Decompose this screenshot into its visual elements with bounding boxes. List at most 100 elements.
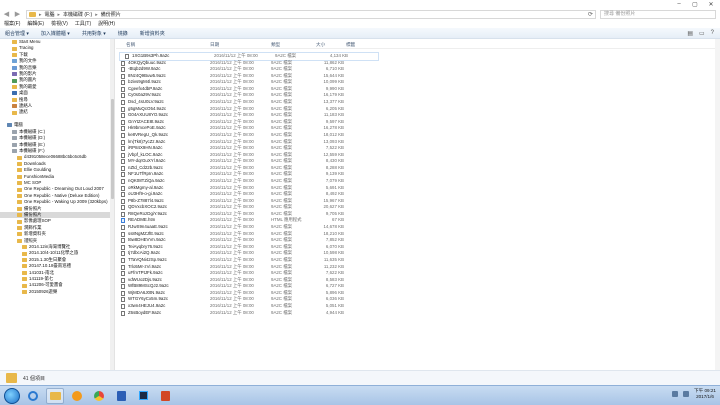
file-icon: [121, 165, 125, 171]
file-row[interactable]: -Btqb2d9W.9a2c 2016/11/12 上午 08:00 9A2C 檔案…: [116, 66, 720, 73]
file-row[interactable]: Z6sBoydEF.9a2c 2016/11/12 上午 08:00 9A2C 檔案…: [116, 310, 720, 317]
folder-icon: [17, 174, 22, 179]
forward-button[interactable]: ▶: [13, 10, 22, 19]
file-row[interactable]: WfB89MScQJ2.9a2c 2016/11/12 上午 08:00 9A2C …: [116, 283, 720, 290]
file-type: 9A2C 檔案: [271, 191, 292, 197]
taskbar-photoshop[interactable]: [134, 388, 152, 404]
help-icon[interactable]: ?: [711, 30, 714, 37]
file-row[interactable]: x3wn4HEJU4.9a2c 2016/11/12 上午 08:00 9A2C 檔…: [116, 303, 720, 310]
menu-edit[interactable]: 編輯(E): [27, 20, 44, 28]
file-icon: [121, 231, 125, 237]
file-row[interactable]: R8QeRozDgiY.9a2c 2016/11/12 上午 08:00 9A2C …: [116, 211, 720, 218]
file-row[interactable]: oRkMgmy-al.9a2c 2016/11/12 上午 08:00 9A2C 檔…: [116, 185, 720, 192]
file-row[interactable]: 4OKQyQbuuc.9a2c 2016/11/12 上午 08:00 9A2C 檔…: [116, 60, 720, 67]
folder-icon: [22, 283, 27, 288]
breadcrumb-folder[interactable]: 備份照片: [101, 11, 121, 18]
taskbar-explorer[interactable]: [46, 387, 64, 404]
start-button[interactable]: [4, 387, 20, 404]
menu-tools[interactable]: 工具(T): [75, 20, 91, 28]
share-with-button[interactable]: 共用對象 ▾: [82, 30, 106, 37]
network-icon[interactable]: [672, 391, 679, 397]
breadcrumb-drive[interactable]: 本機磁碟 (F:): [63, 11, 92, 18]
search-input[interactable]: 搜尋 備份照片: [600, 10, 716, 19]
file-row[interactable]: uFfmTPtJFk.9a2c 2016/11/12 上午 08:00 9A2C 檔…: [116, 270, 720, 277]
column-size[interactable]: 大小: [316, 42, 325, 48]
minimize-button[interactable]: –: [674, 1, 684, 8]
address-bar[interactable]: ▸ 電腦 ▸ 本機磁碟 (F:) ▸ 備份照片 ⟳: [26, 10, 596, 19]
file-row[interactable]: vdWUo2Djs.9a2c 2016/11/12 上午 08:00 9A2C 檔案…: [116, 277, 720, 284]
file-name: x3wn4HEJU4.9a2c: [128, 302, 166, 308]
file-row[interactable]: oU3Hf9-o-gi.9a2c 2016/11/12 上午 08:00 9A2C …: [116, 191, 720, 198]
taskbar-chrome[interactable]: [90, 388, 108, 404]
file-size: 12,559 KB: [323, 151, 344, 157]
file-name: ss8NgMZJfE.9a2c: [128, 230, 164, 236]
include-in-library-button[interactable]: 加入媒體櫃 ▾: [41, 30, 70, 37]
file-row[interactable]: ss8NgMZJfE.9a2c 2016/11/12 上午 08:00 9A2C 檔…: [116, 231, 720, 238]
refresh-icon[interactable]: ⟳: [588, 11, 593, 18]
file-row[interactable]: b2ivs9gM4l.9a2c 2016/11/12 上午 08:00 9A2C 檔…: [116, 79, 720, 86]
file-row[interactable]: iRP84X9HN.9a2c 2016/11/12 上午 08:00 9A2C 檔案…: [116, 145, 720, 152]
file-icon: [121, 172, 125, 178]
file-date: 2016/11/12 上午 08:00: [210, 302, 254, 308]
file-row[interactable]: Trlo5Mr-zVi.9a2c 2016/11/12 上午 08:00 9A2C …: [116, 264, 720, 271]
preview-pane-icon[interactable]: ▭: [699, 30, 705, 37]
back-button[interactable]: ◀: [2, 10, 11, 19]
file-row[interactable]: Cgeefx4dbP.9a2c 2016/11/12 上午 08:00 9A2C 檔…: [116, 86, 720, 93]
file-row[interactable]: Dsd_4sU0LV.9a2c 2016/11/12 上午 08:00 9A2C 檔…: [116, 99, 720, 106]
file-row[interactable]: MY-dqrGuXYl.9a2c 2016/11/12 上午 08:00 9A2C …: [116, 158, 720, 165]
file-row[interactable]: jVbpf_kLOC.9a2c 2016/11/12 上午 08:00 9A2C 檔…: [116, 152, 720, 159]
file-row[interactable]: t6w8DHEVVn.9a2c 2016/11/12 上午 08:00 9A2C 檔…: [116, 237, 720, 244]
column-date[interactable]: 日期: [210, 42, 219, 48]
file-row[interactable]: Cy0s0a29V.9a2c 2016/11/12 上午 08:00 9A2C 檔案…: [116, 92, 720, 99]
file-row[interactable]: GnYtZACE8t.9a2c 2016/11/12 上午 08:00 9A2C 檔…: [116, 119, 720, 126]
file-row[interactable]: lm(Tk8)7ycZz.9a2c 2016/11/12 上午 08:00 9A2C…: [116, 139, 720, 146]
maximize-button[interactable]: ▢: [690, 1, 700, 8]
menu-file[interactable]: 檔案(F): [4, 20, 20, 28]
file-row[interactable]: 1XG1B9s3Ph.9a2c 2016/11/12 上午 08:00 9A2C 檔…: [119, 52, 379, 61]
file-row[interactable]: g5gMuQcO54.9a2c 2016/11/12 上午 08:00 9A2C 檔…: [116, 106, 720, 113]
file-row[interactable]: TeiAyqbry76.9a2c 2016/11/12 上午 08:00 9A2C …: [116, 244, 720, 251]
file-row[interactable]: G04AXUU8YO.9a2c 2016/11/12 上午 08:00 9A2C 檔…: [116, 112, 720, 119]
file-list-scrollbar[interactable]: [715, 39, 720, 370]
doc-icon: [12, 59, 17, 64]
file-row[interactable]: TTaVQNi42Sp.9a2c 2016/11/12 上午 08:00 9A2C …: [116, 257, 720, 264]
burn-button[interactable]: 燒錄: [118, 30, 128, 37]
column-tags[interactable]: 標籤: [346, 42, 355, 48]
file-row[interactable]: NF1UTfRpIn.9a2c 2016/11/12 上午 08:00 9A2C 檔…: [116, 171, 720, 178]
file-date: 2016/11/12 上午 08:00: [210, 250, 254, 256]
file-row[interactable]: ke8VRegU_Qk.9a2c 2016/11/12 上午 08:00 9A2C …: [116, 132, 720, 139]
organize-button[interactable]: 組合管理 ▾: [5, 30, 29, 37]
volume-icon[interactable]: [683, 391, 690, 397]
column-type[interactable]: 類型: [271, 42, 280, 48]
taskbar-ie[interactable]: [24, 388, 42, 404]
view-options-icon[interactable]: ▤: [687, 30, 693, 37]
sidebar-item[interactable]: 20150926遊樂: [0, 289, 114, 295]
breadcrumb-computer[interactable]: 電腦: [45, 11, 55, 18]
file-row[interactable]: WTGY6yCx5m.9a2c 2016/11/12 上午 08:00 9A2C 檔…: [116, 296, 720, 303]
file-row[interactable]: QDVxcbXOC2.9a2c 2016/11/12 上午 08:00 9A2C 檔…: [116, 204, 720, 211]
scrollbar-thumb[interactable]: [110, 99, 114, 199]
file-row[interactable]: P8b-Z7887l4.9a2c 2016/11/12 上午 08:00 9A2C …: [116, 198, 720, 205]
file-row[interactable]: README.htm 2016/11/12 上午 08:00 HTML 應用程式 67…: [116, 217, 720, 224]
folder-icon: [17, 168, 22, 173]
taskbar-word[interactable]: [112, 388, 130, 404]
file-row[interactable]: nQK08TZiQa.9a2c 2016/11/12 上午 08:00 9A2C 檔…: [116, 178, 720, 185]
folder-icon: [17, 155, 22, 160]
menu-help[interactable]: 說明(H): [98, 20, 115, 28]
close-button[interactable]: ✕: [706, 1, 716, 8]
new-folder-button[interactable]: 新增資料夾: [140, 30, 165, 37]
menu-view[interactable]: 檢視(V): [51, 20, 68, 28]
taskbar-media-player[interactable]: [68, 388, 86, 404]
file-row[interactable]: Hk9bmcePoE.9a2c 2016/11/12 上午 08:00 9A2C 檔…: [116, 125, 720, 132]
taskbar-powerpoint[interactable]: [156, 388, 174, 404]
file-icon: [121, 264, 125, 270]
navigation-scrollbar[interactable]: [110, 39, 114, 370]
column-name[interactable]: 名稱: [126, 42, 135, 48]
file-row[interactable]: 8Nz4Q9Buw5.9a2c 2016/11/12 上午 08:00 9A2C 檔…: [116, 73, 720, 80]
clock[interactable]: 下午 09:21 2017/1/6: [694, 388, 716, 400]
file-row[interactable]: RJwS9n4uaaE.9a2c 2016/11/12 上午 08:00 9A2C …: [116, 224, 720, 231]
file-row[interactable]: WjMDA6J0tN.9a2c 2016/11/12 上午 08:00 9A2C 檔…: [116, 290, 720, 297]
file-row[interactable]: nZtd_Cd22b.9a2c 2016/11/12 上午 08:00 9A2C 檔…: [116, 165, 720, 172]
file-row[interactable]: tj7dbcAi2Q.9a2c 2016/11/12 上午 08:00 9A2C 檔…: [116, 250, 720, 257]
file-size: 7,522 KB: [325, 145, 344, 151]
